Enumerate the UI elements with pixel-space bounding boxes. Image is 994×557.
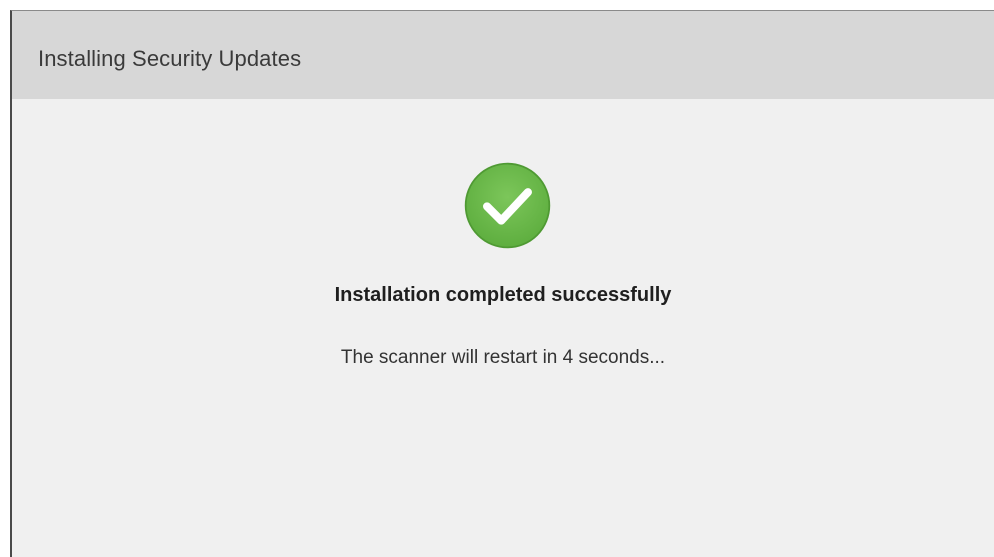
restart-countdown-message: The scanner will restart in 4 seconds... (340, 347, 666, 368)
screen: Installing Security Updates Installation… (0, 0, 994, 557)
dialog-content: Installation completed successfully The … (12, 99, 994, 557)
dialog-title-bar: Installing Security Updates (12, 11, 994, 99)
dialog-title: Installing Security Updates (38, 46, 302, 71)
success-check-icon (464, 162, 551, 249)
update-dialog: Installing Security Updates Installation… (10, 10, 994, 557)
status-headline: Installation completed successfully (334, 284, 672, 306)
